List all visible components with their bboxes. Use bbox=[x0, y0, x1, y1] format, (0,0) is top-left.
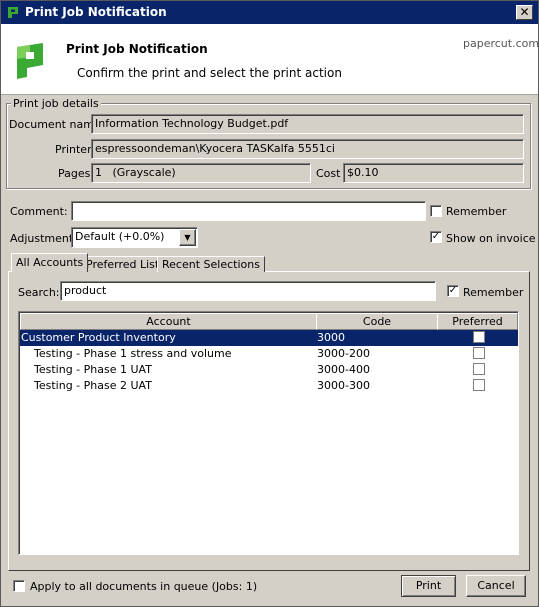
apply-all-checkbox[interactable] bbox=[13, 580, 25, 592]
row-preferred-checkbox[interactable] bbox=[473, 379, 485, 391]
accounts-table[interactable]: Account Code Preferred Customer Product … bbox=[18, 311, 519, 555]
row-code: 3000 bbox=[317, 331, 345, 344]
column-header-account[interactable]: Account bbox=[20, 313, 317, 330]
table-row[interactable]: Customer Product Inventory 3000 bbox=[20, 330, 518, 346]
printer-field: espressoondeman\Kyocera TASKalfa 5551ci bbox=[91, 139, 524, 159]
papercut-logo-icon bbox=[17, 43, 43, 79]
cost-label: Cost bbox=[316, 167, 341, 180]
pages-field: 1 (Grayscale) bbox=[91, 163, 311, 183]
table-row[interactable]: Testing - Phase 1 stress and volume 3000… bbox=[20, 346, 518, 362]
table-row[interactable]: Testing - Phase 1 UAT 3000-400 bbox=[20, 362, 518, 378]
row-account: Testing - Phase 1 stress and volume bbox=[34, 347, 232, 360]
group-label: Print job details bbox=[11, 97, 101, 110]
search-label: Search: bbox=[18, 286, 60, 299]
app-icon bbox=[8, 7, 18, 18]
row-account: Customer Product Inventory bbox=[21, 331, 176, 344]
comment-input[interactable] bbox=[71, 201, 426, 221]
row-code: 3000-400 bbox=[317, 363, 370, 376]
header-title: Print Job Notification bbox=[66, 42, 208, 56]
header-banner: Print Job Notification Confirm the print… bbox=[1, 24, 539, 95]
row-code: 3000-200 bbox=[317, 347, 370, 360]
cost-field: $0.10 bbox=[343, 163, 524, 183]
tab-recent-selections[interactable]: Recent Selections bbox=[157, 256, 265, 272]
row-preferred-checkbox[interactable] bbox=[473, 331, 485, 343]
row-account: Testing - Phase 2 UAT bbox=[34, 379, 152, 392]
close-icon: ✕ bbox=[519, 5, 530, 19]
print-button[interactable]: Print bbox=[401, 575, 456, 597]
window-title: Print Job Notification bbox=[25, 5, 167, 19]
document-name-field: Information Technology Budget.pdf bbox=[91, 114, 524, 134]
comment-label: Comment: bbox=[10, 205, 68, 218]
column-header-code[interactable]: Code bbox=[316, 313, 438, 330]
cancel-button[interactable]: Cancel bbox=[466, 575, 526, 597]
close-button[interactable]: ✕ bbox=[516, 5, 533, 20]
row-account: Testing - Phase 1 UAT bbox=[34, 363, 152, 376]
show-on-invoice-label: Show on invoice bbox=[446, 232, 536, 245]
tab-all-accounts[interactable]: All Accounts bbox=[11, 253, 89, 272]
adjustment-dropdown-button[interactable]: ▼ bbox=[179, 229, 196, 246]
adjustment-value: Default (+0.0%) bbox=[75, 230, 165, 243]
search-remember-label: Remember bbox=[463, 286, 524, 299]
printer-label: Printer bbox=[55, 143, 92, 156]
brand-text: papercut.com bbox=[463, 37, 539, 50]
comment-remember-label: Remember bbox=[446, 205, 507, 218]
column-header-preferred[interactable]: Preferred bbox=[437, 313, 518, 330]
row-preferred-checkbox[interactable] bbox=[473, 363, 485, 375]
row-code: 3000-300 bbox=[317, 379, 370, 392]
apply-all-label: Apply to all documents in queue (Jobs: 1… bbox=[30, 580, 258, 593]
comment-remember-checkbox[interactable] bbox=[430, 205, 442, 217]
row-preferred-checkbox[interactable] bbox=[473, 347, 485, 359]
pages-label: Pages bbox=[58, 167, 91, 180]
document-name-label: Document name bbox=[9, 118, 101, 131]
title-bar[interactable]: Print Job Notification ✕ bbox=[1, 1, 538, 24]
show-on-invoice-checkbox[interactable]: ✓ bbox=[430, 231, 442, 243]
adjustment-label: Adjustment: bbox=[10, 232, 77, 245]
table-row[interactable]: Testing - Phase 2 UAT 3000-300 bbox=[20, 378, 518, 394]
chevron-down-icon: ▼ bbox=[184, 233, 191, 242]
header-subtitle: Confirm the print and select the print a… bbox=[77, 66, 342, 80]
tab-preferred-list[interactable]: Preferred List bbox=[81, 256, 165, 272]
search-remember-checkbox[interactable]: ✓ bbox=[447, 285, 459, 297]
search-input[interactable]: product bbox=[60, 281, 436, 301]
